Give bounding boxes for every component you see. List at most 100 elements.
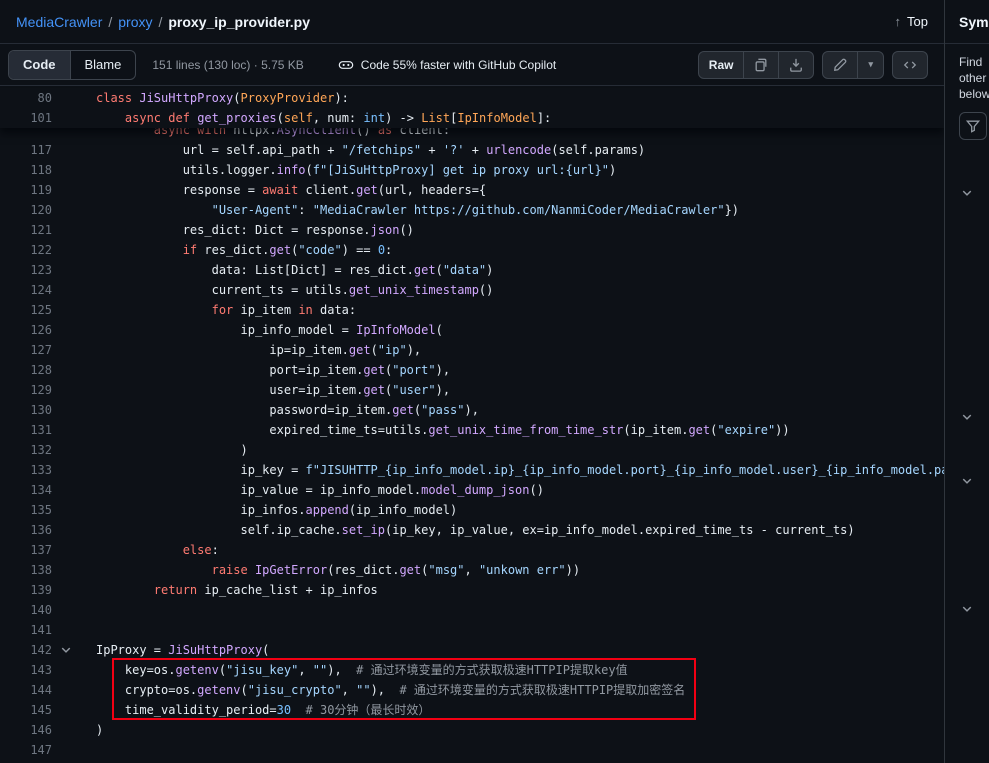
line-number[interactable]: 143 <box>0 660 52 680</box>
line-number[interactable]: 126 <box>0 320 52 340</box>
code-text: return ip_cache_list + ip_infos <box>96 580 378 600</box>
gutter-spacer <box>52 600 80 620</box>
line-number[interactable]: 129 <box>0 380 52 400</box>
symbol-collapse-chevron[interactable] <box>961 186 973 204</box>
line-number[interactable]: 135 <box>0 500 52 520</box>
gutter-spacer <box>52 220 80 240</box>
line-number[interactable]: 128 <box>0 360 52 380</box>
code-text: ip=ip_item.get("ip"), <box>96 340 421 360</box>
code-text: ip_key = f"JISUHTTP_{ip_info_model.ip}_{… <box>96 460 944 480</box>
tab-code[interactable]: Code <box>9 51 70 79</box>
line-number[interactable]: 122 <box>0 240 52 260</box>
code-line: 122 if res_dict.get("code") == 0: <box>0 240 944 260</box>
filter-symbols-button[interactable] <box>959 112 987 140</box>
line-number[interactable]: 130 <box>0 400 52 420</box>
line-number[interactable]: 121 <box>0 220 52 240</box>
breadcrumb-folder-link[interactable]: proxy <box>118 14 152 30</box>
code-line: 142IpProxy = JiSuHttpProxy( <box>0 640 944 660</box>
line-number[interactable]: 139 <box>0 580 52 600</box>
line-number[interactable]: 137 <box>0 540 52 560</box>
edit-file-button[interactable] <box>823 52 857 78</box>
raw-copy-download-group: Raw <box>698 51 815 79</box>
symbol-collapse-chevron[interactable] <box>961 602 973 620</box>
symbol-collapse-chevron[interactable] <box>961 410 973 428</box>
line-number[interactable]: 138 <box>0 560 52 580</box>
copy-raw-button[interactable] <box>743 52 778 78</box>
line-number[interactable]: 145 <box>0 700 52 720</box>
line-number[interactable]: 134 <box>0 480 52 500</box>
line-number[interactable]: 124 <box>0 280 52 300</box>
line-number[interactable]: 120 <box>0 200 52 220</box>
back-to-top-button[interactable]: ↑ Top <box>895 14 928 29</box>
line-number[interactable]: 118 <box>0 160 52 180</box>
copilot-banner[interactable]: Code 55% faster with GitHub Copilot <box>338 57 556 73</box>
breadcrumb-filename: proxy_ip_provider.py <box>168 14 310 30</box>
gutter-spacer <box>52 620 80 640</box>
symbols-panel: Sym Find other below <box>945 0 989 763</box>
gutter-spacer <box>52 128 80 140</box>
line-number[interactable]: 123 <box>0 260 52 280</box>
code-viewer: 80class JiSuHttpProxy(ProxyProvider):101… <box>0 86 944 763</box>
code-line: 118 utils.logger.info(f"[JiSuHttpProxy] … <box>0 160 944 180</box>
code-text: data: List[Dict] = res_dict.get("data") <box>96 260 493 280</box>
line-number[interactable]: 127 <box>0 340 52 360</box>
code-line: 139 return ip_cache_list + ip_infos <box>0 580 944 600</box>
code-text: ) <box>96 720 103 740</box>
code-line: 138 raise IpGetError(res_dict.get("msg",… <box>0 560 944 580</box>
line-number[interactable]: 132 <box>0 440 52 460</box>
copy-icon <box>754 58 768 72</box>
gutter-spacer <box>52 260 80 280</box>
code-line: 131 expired_time_ts=utils.get_unix_time_… <box>0 420 944 440</box>
code-line: 140 <box>0 600 944 620</box>
line-number[interactable]: 133 <box>0 460 52 480</box>
line-number[interactable]: 136 <box>0 520 52 540</box>
code-text: raise IpGetError(res_dict.get("msg", "un… <box>96 560 580 580</box>
line-number[interactable]: 119 <box>0 180 52 200</box>
line-number[interactable]: 147 <box>0 740 52 760</box>
clipped-line-container: 116 async with httpx.AsyncClient() as cl… <box>0 128 944 140</box>
description-fragment: Find <box>959 54 989 70</box>
line-number[interactable]: 146 <box>0 720 52 740</box>
code-line: 147 <box>0 740 944 760</box>
line-number[interactable]: 125 <box>0 300 52 320</box>
gutter-spacer <box>52 420 80 440</box>
code-text: current_ts = utils.get_unix_timestamp() <box>96 280 493 300</box>
code-line: 134 ip_value = ip_info_model.model_dump_… <box>0 480 944 500</box>
code-line: 123 data: List[Dict] = res_dict.get("dat… <box>0 260 944 280</box>
gutter-spacer <box>52 500 80 520</box>
line-number[interactable]: 80 <box>0 88 52 108</box>
breadcrumb-repo-link[interactable]: MediaCrawler <box>16 14 102 30</box>
edit-dropdown-button[interactable]: ▾ <box>857 52 883 78</box>
gutter-spacer <box>52 200 80 220</box>
filter-icon <box>966 119 980 133</box>
raw-button[interactable]: Raw <box>699 52 744 78</box>
code-text: ) <box>96 440 248 460</box>
symbols-panel-description: Find other below <box>945 44 989 102</box>
line-number[interactable]: 141 <box>0 620 52 640</box>
symbols-panel-toggle-button[interactable] <box>893 52 927 78</box>
line-number[interactable]: 140 <box>0 600 52 620</box>
gutter-spacer <box>52 340 80 360</box>
gutter-spacer <box>52 680 80 700</box>
code-line: 125 for ip_item in data: <box>0 300 944 320</box>
fold-chevron-icon[interactable] <box>52 640 80 660</box>
line-number[interactable]: 144 <box>0 680 52 700</box>
line-number[interactable]: 142 <box>0 640 52 660</box>
gutter-spacer <box>52 720 80 740</box>
gutter-spacer <box>52 740 80 760</box>
gutter-spacer <box>52 540 80 560</box>
gutter-spacer <box>52 660 80 680</box>
code-line: 133 ip_key = f"JISUHTTP_{ip_info_model.i… <box>0 460 944 480</box>
line-number[interactable]: 131 <box>0 420 52 440</box>
line-number[interactable]: 117 <box>0 140 52 160</box>
line-number[interactable]: 101 <box>0 108 52 128</box>
download-raw-button[interactable] <box>778 52 813 78</box>
tab-blame[interactable]: Blame <box>70 51 136 79</box>
pencil-icon <box>833 58 847 72</box>
back-to-top-label: Top <box>907 14 928 29</box>
breadcrumb-separator: / <box>158 14 162 30</box>
symbol-collapse-chevron[interactable] <box>961 474 973 492</box>
copilot-icon <box>338 57 354 73</box>
code-lines: 117 url = self.api_path + "/fetchips" + … <box>0 140 944 760</box>
arrow-up-icon: ↑ <box>895 14 902 29</box>
